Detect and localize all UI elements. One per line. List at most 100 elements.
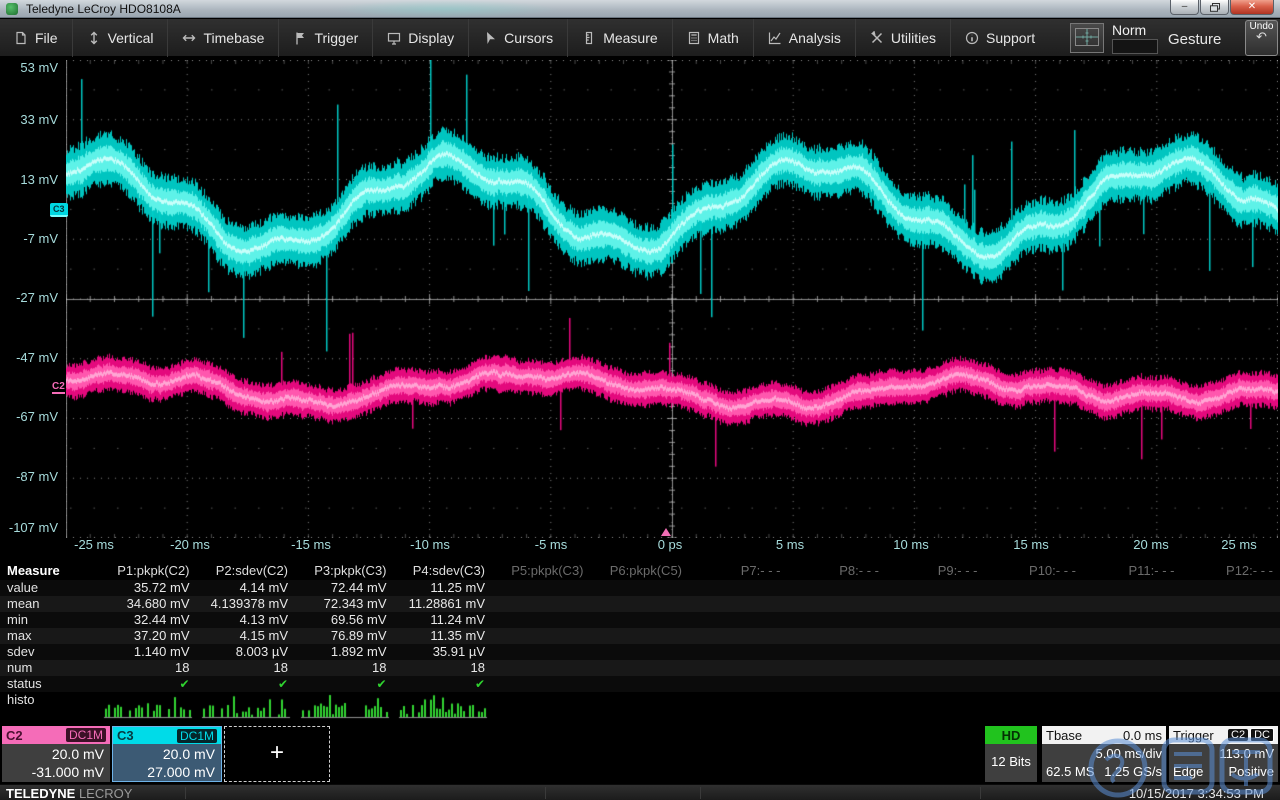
hd-mode-box[interactable]: HD 12 Bits — [985, 726, 1037, 782]
status-divider — [185, 787, 186, 799]
measure-value: 35.91 µV — [394, 644, 493, 660]
tbase-samples: 62.5 MS — [1046, 763, 1094, 781]
measure-value: 11.28861 mV — [394, 596, 493, 612]
measure-value: 18 — [197, 660, 296, 676]
status-divider — [980, 787, 981, 799]
histogram-thumbnail — [397, 694, 489, 720]
trigger-position-marker[interactable] — [661, 528, 671, 536]
y-axis-label: -67 mV — [0, 409, 58, 425]
measure-value: 35.72 mV — [98, 580, 197, 596]
measure-value: 69.56 mV — [295, 612, 394, 628]
trigger-mode-box[interactable] — [1112, 39, 1158, 54]
y-axis-label: 53 mV — [0, 60, 58, 76]
measure-value: 72.343 mV — [295, 596, 394, 612]
trigger-coupling-badge: DC — [1250, 728, 1274, 742]
measure-value: 11.35 mV — [394, 628, 493, 644]
menu-support[interactable]: Support — [950, 19, 1049, 57]
menu-math[interactable]: Math — [672, 19, 753, 57]
histogram-thumbnail — [200, 694, 292, 720]
c2-offset: -31.000 mV — [8, 763, 104, 781]
x-axis-label: -10 ms — [395, 537, 465, 552]
channel-marker-c2[interactable]: C2 — [52, 381, 65, 394]
measure-value: 1.892 mV — [295, 644, 394, 660]
menu-trigger[interactable]: Trigger — [278, 19, 372, 57]
c3-label: C3 — [117, 728, 134, 743]
row-label: sdev — [0, 644, 98, 660]
measure-row-min: min 32.44 mV 4.13 mV 69.56 mV 11.24 mV — [0, 612, 1280, 628]
measure-col-p1[interactable]: P1:pkpk(C2) — [98, 562, 197, 580]
gesture-label[interactable]: Gesture — [1168, 31, 1221, 48]
measure-value: 1.140 mV — [98, 644, 197, 660]
measure-col-p10[interactable]: P10:- - - — [985, 562, 1084, 580]
trigger-slope: Positive — [1228, 763, 1274, 781]
trigger-mode-label[interactable]: Norm — [1112, 22, 1146, 38]
measure-value: 18 — [394, 660, 493, 676]
menu-utilities[interactable]: Utilities — [855, 19, 950, 57]
x-axis-label: 25 ms — [1204, 537, 1274, 552]
menu-cursors[interactable]: Cursors — [468, 19, 567, 57]
hd-label: HD — [985, 726, 1037, 744]
close-button[interactable]: ✕ — [1230, 0, 1274, 15]
status-bar: TELEDYNE LECROY 10/15/2017 3:34:53 PM — [0, 784, 1280, 800]
y-axis-label: -87 mV — [0, 469, 58, 485]
restore-icon — [1210, 3, 1220, 12]
grid-layout-button[interactable] — [1070, 23, 1104, 53]
measure-col-p6[interactable]: P6:pkpk(C5) — [591, 562, 690, 580]
add-channel-button[interactable]: + — [224, 726, 330, 782]
menu-vertical[interactable]: Vertical — [72, 19, 168, 57]
monitor-icon — [387, 31, 401, 45]
undo-button[interactable]: Undo ↶ — [1245, 20, 1278, 56]
channel-c3-descriptor[interactable]: C3 DC1M 20.0 mV 27.000 mV — [112, 726, 222, 782]
measure-col-p5[interactable]: P5:pkpk(C3) — [492, 562, 591, 580]
menu-label: Measure — [603, 30, 657, 46]
trigger-type: Edge — [1173, 763, 1203, 781]
status-check-icon: ✔ — [295, 676, 394, 692]
tbase-offset: 0.0 ms — [1123, 728, 1162, 743]
trigger-descriptor[interactable]: Trigger C2 DC 113.0 mV Edge Positive — [1169, 726, 1278, 782]
waveform-canvas[interactable] — [66, 60, 1278, 538]
tbase-rate: 1.25 GS/s — [1104, 763, 1162, 781]
cursor-icon — [483, 31, 497, 45]
row-label: min — [0, 612, 98, 628]
timebase-descriptor[interactable]: Tbase 0.0 ms 5.00 ms/div 62.5 MS 1.25 GS… — [1042, 726, 1166, 782]
vertical-arrows-icon — [87, 31, 101, 45]
measure-col-p4[interactable]: P4:sdev(C3) — [394, 562, 493, 580]
measure-col-p9[interactable]: P9:- - - — [886, 562, 985, 580]
measure-row-status: status ✔ ✔ ✔ ✔ — [0, 676, 1280, 692]
app-icon — [6, 3, 18, 15]
measure-col-p7[interactable]: P7:- - - — [689, 562, 788, 580]
restore-button[interactable] — [1200, 0, 1229, 15]
channel-c2-descriptor[interactable]: C2 DC1M 20.0 mV -31.000 mV — [2, 726, 110, 782]
measure-col-p12[interactable]: P12:- - - — [1182, 562, 1280, 580]
menu-timebase[interactable]: Timebase — [167, 19, 278, 57]
menu-file[interactable]: File — [0, 19, 72, 57]
horizontal-arrows-icon — [182, 31, 196, 45]
waveform-display[interactable]: 53 mV 33 mV 13 mV -7 mV -27 mV -47 mV -6… — [0, 57, 1280, 562]
measure-value: 18 — [295, 660, 394, 676]
measure-col-p2[interactable]: P2:sdev(C2) — [197, 562, 296, 580]
menu-measure[interactable]: Measure — [567, 19, 671, 57]
measure-value: 11.24 mV — [394, 612, 493, 628]
measure-row-num: num 18 18 18 18 — [0, 660, 1280, 676]
measure-col-p3[interactable]: P3:pkpk(C3) — [295, 562, 394, 580]
menubar-right-cluster: Norm Gesture Undo ↶ — [1070, 19, 1280, 57]
row-label: max — [0, 628, 98, 644]
menu-label: Utilities — [891, 30, 936, 46]
status-check-icon: ✔ — [98, 676, 197, 692]
status-divider — [700, 787, 701, 799]
channel-marker-c3[interactable]: C3 — [50, 203, 68, 217]
menu-display[interactable]: Display — [372, 19, 468, 57]
menu-analysis[interactable]: Analysis — [753, 19, 855, 57]
graticule-icon — [1075, 28, 1099, 46]
measure-value: 18 — [98, 660, 197, 676]
measure-col-p11[interactable]: P11:- - - — [1083, 562, 1182, 580]
x-axis-label: 15 ms — [996, 537, 1066, 552]
title-bar[interactable]: Teledyne LeCroy HDO8108A – ✕ — [0, 0, 1280, 18]
minimize-button[interactable]: – — [1170, 0, 1199, 15]
measure-value: 4.13 mV — [197, 612, 296, 628]
c3-volts-per-div: 20.0 mV — [119, 745, 215, 763]
tbase-scale: 5.00 ms/div — [1046, 745, 1162, 763]
measure-col-p8[interactable]: P8:- - - — [788, 562, 887, 580]
x-axis-label: 5 ms — [755, 537, 825, 552]
measure-row-histo: histo — [0, 692, 1280, 722]
